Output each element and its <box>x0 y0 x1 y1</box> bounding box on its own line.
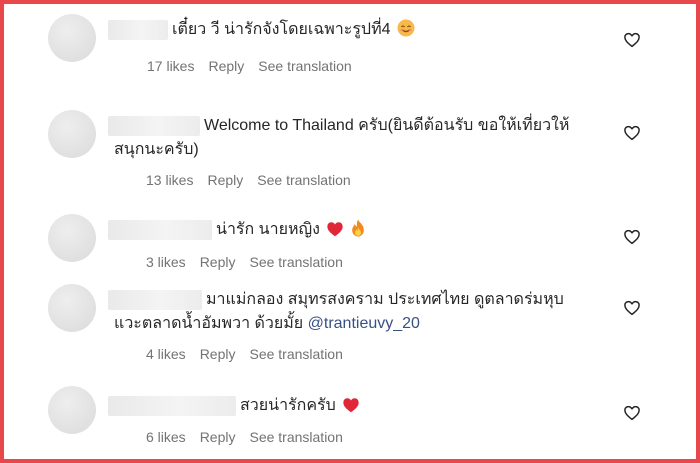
comment-text-row: Welcome to Thailand ครับ(ยินดีต้อนรับ ขอ… <box>108 114 569 138</box>
comment-meta: 13 likes Reply See translation <box>146 171 365 189</box>
comment-meta: 4 likes Reply See translation <box>146 345 357 363</box>
likes-count[interactable]: 6 likes <box>146 429 186 445</box>
comment-text: เตี๋ยว วี น่ารักจังโดยเฉพาะรูปที่4 <box>172 21 391 38</box>
likes-count[interactable]: 4 likes <box>146 346 186 362</box>
heart-icon[interactable] <box>623 124 641 142</box>
red-heart-icon <box>326 221 344 245</box>
heart-icon[interactable] <box>623 299 641 317</box>
heart-icon[interactable] <box>623 31 641 49</box>
comment-meta: 3 likes Reply See translation <box>146 253 357 271</box>
likes-count[interactable]: 13 likes <box>146 172 193 188</box>
mention-link[interactable]: @trantieuvy_20 <box>308 315 420 332</box>
smiling-face-icon <box>397 19 415 45</box>
avatar[interactable] <box>48 386 96 434</box>
reply-button[interactable]: Reply <box>200 254 236 270</box>
comment-text: มาแม่กลอง สมุทรสงคราม ประเทศไทย ดูตลาดร่… <box>206 291 564 308</box>
comment-item: Welcome to Thailand ครับ(ยินดีต้อนรับ ขอ… <box>4 100 696 200</box>
red-heart-icon <box>342 397 360 421</box>
comment-item: สวยน่ารักครับ 6 likes Reply See translatio… <box>4 380 696 460</box>
reply-button[interactable]: Reply <box>208 58 244 74</box>
comment-item: เตี๋ยว วี น่ารักจังโดยเฉพาะรูปที่4 17 li… <box>4 4 696 94</box>
comment-text-row: มาแม่กลอง สมุทรสงคราม ประเทศไทย ดูตลาดร่… <box>108 288 564 312</box>
reply-button[interactable]: Reply <box>200 429 236 445</box>
see-translation-button[interactable]: See translation <box>257 172 350 188</box>
comment-text: สวยน่ารักครับ <box>240 397 336 414</box>
heart-icon[interactable] <box>623 228 641 246</box>
comment-item: มาแม่กลอง สมุทรสงคราม ประเทศไทย ดูตลาดร่… <box>4 280 696 370</box>
comment-text-continued: สนุกนะครับ) <box>114 141 199 158</box>
see-translation-button[interactable]: See translation <box>249 254 342 270</box>
blurred-username[interactable] <box>108 19 168 40</box>
comment-meta: 17 likes Reply See translation <box>147 57 366 75</box>
comment-text-continued: แวะตลาดน้ำอัมพวา ด้วยมั้ย @trantieuvy_20 <box>114 312 420 336</box>
comments-panel: เตี๋ยว วี น่ารักจังโดยเฉพาะรูปที่4 17 li… <box>0 0 700 463</box>
avatar[interactable] <box>48 14 96 62</box>
comment-text-row: น่ารัก นายหญิง <box>108 218 365 245</box>
blurred-username[interactable] <box>108 289 202 310</box>
avatar[interactable] <box>48 214 96 262</box>
comment-meta: 6 likes Reply See translation <box>146 428 357 446</box>
comment-text-line2: แวะตลาดน้ำอัมพวา ด้วยมั้ย <box>114 315 304 332</box>
comment-text-row: สวยน่ารักครับ <box>108 394 360 421</box>
comment-text: Welcome to Thailand ครับ(ยินดีต้อนรับ ขอ… <box>204 117 570 134</box>
comment-text: น่ารัก นายหญิง <box>216 221 320 238</box>
blurred-username[interactable] <box>108 115 200 136</box>
likes-count[interactable]: 17 likes <box>147 58 194 74</box>
heart-icon[interactable] <box>623 404 641 422</box>
comment-item: น่ารัก นายหญิง 3 likes Reply See translati… <box>4 208 696 278</box>
see-translation-button[interactable]: See translation <box>249 429 342 445</box>
see-translation-button[interactable]: See translation <box>258 58 351 74</box>
likes-count[interactable]: 3 likes <box>146 254 186 270</box>
avatar[interactable] <box>48 110 96 158</box>
fire-icon <box>351 219 365 245</box>
see-translation-button[interactable]: See translation <box>249 346 342 362</box>
blurred-username[interactable] <box>108 219 212 240</box>
blurred-username[interactable] <box>108 395 236 416</box>
comment-text-row: เตี๋ยว วี น่ารักจังโดยเฉพาะรูปที่4 <box>108 18 415 45</box>
avatar[interactable] <box>48 284 96 332</box>
reply-button[interactable]: Reply <box>200 346 236 362</box>
reply-button[interactable]: Reply <box>207 172 243 188</box>
